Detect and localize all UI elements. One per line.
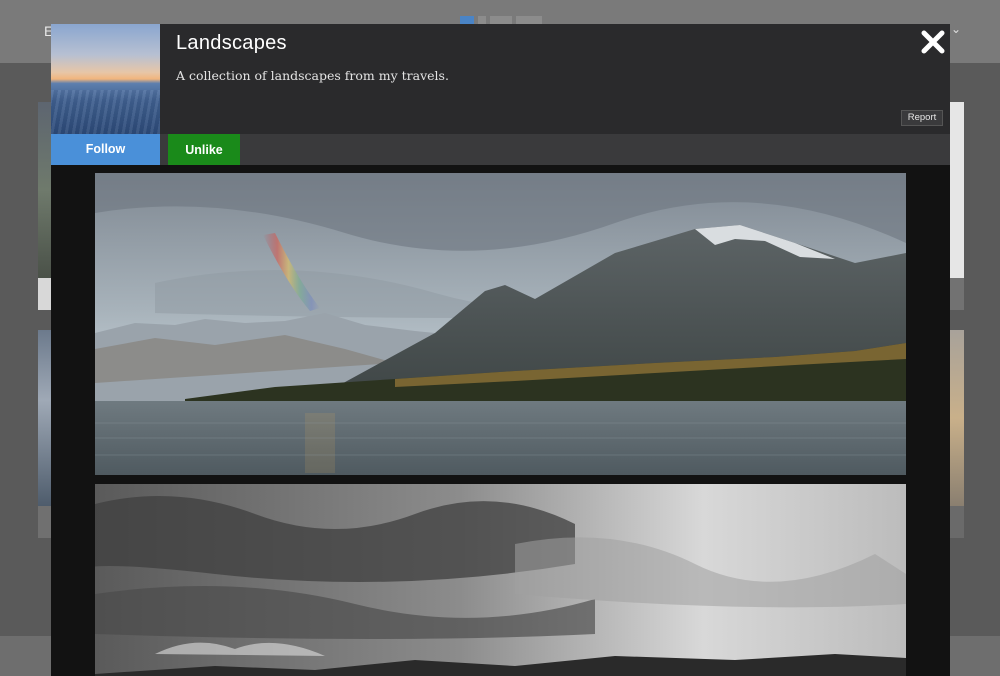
background-tile-caption — [950, 278, 964, 310]
close-icon[interactable] — [919, 28, 947, 56]
background-tile-caption — [38, 278, 52, 310]
follow-button[interactable]: Follow — [51, 134, 160, 165]
modal-action-bar: Follow Unlike — [51, 134, 950, 165]
background-tile — [38, 102, 52, 278]
background-tile — [950, 102, 964, 278]
collection-modal: Landscapes A collection of landscapes fr… — [51, 24, 950, 676]
modal-header: Landscapes A collection of landscapes fr… — [51, 24, 950, 134]
thumbnail-beach-texture — [51, 90, 160, 134]
background-tile — [950, 330, 964, 506]
background-tile-caption — [950, 506, 964, 538]
background-tile — [38, 330, 52, 506]
unlike-button[interactable]: Unlike — [168, 134, 240, 165]
report-button[interactable]: Report — [901, 110, 943, 126]
black-white-storm-clouds-photo[interactable] — [95, 484, 906, 676]
photo-list — [51, 165, 950, 676]
chevron-down-icon[interactable]: ⌄ — [951, 22, 961, 36]
collection-description: A collection of landscapes from my trave… — [176, 68, 449, 83]
collection-title: Landscapes — [176, 32, 287, 54]
background-tile-caption — [38, 506, 52, 538]
collection-thumbnail[interactable] — [51, 24, 160, 134]
rainbow-mountain-lake-photo[interactable] — [95, 173, 906, 475]
